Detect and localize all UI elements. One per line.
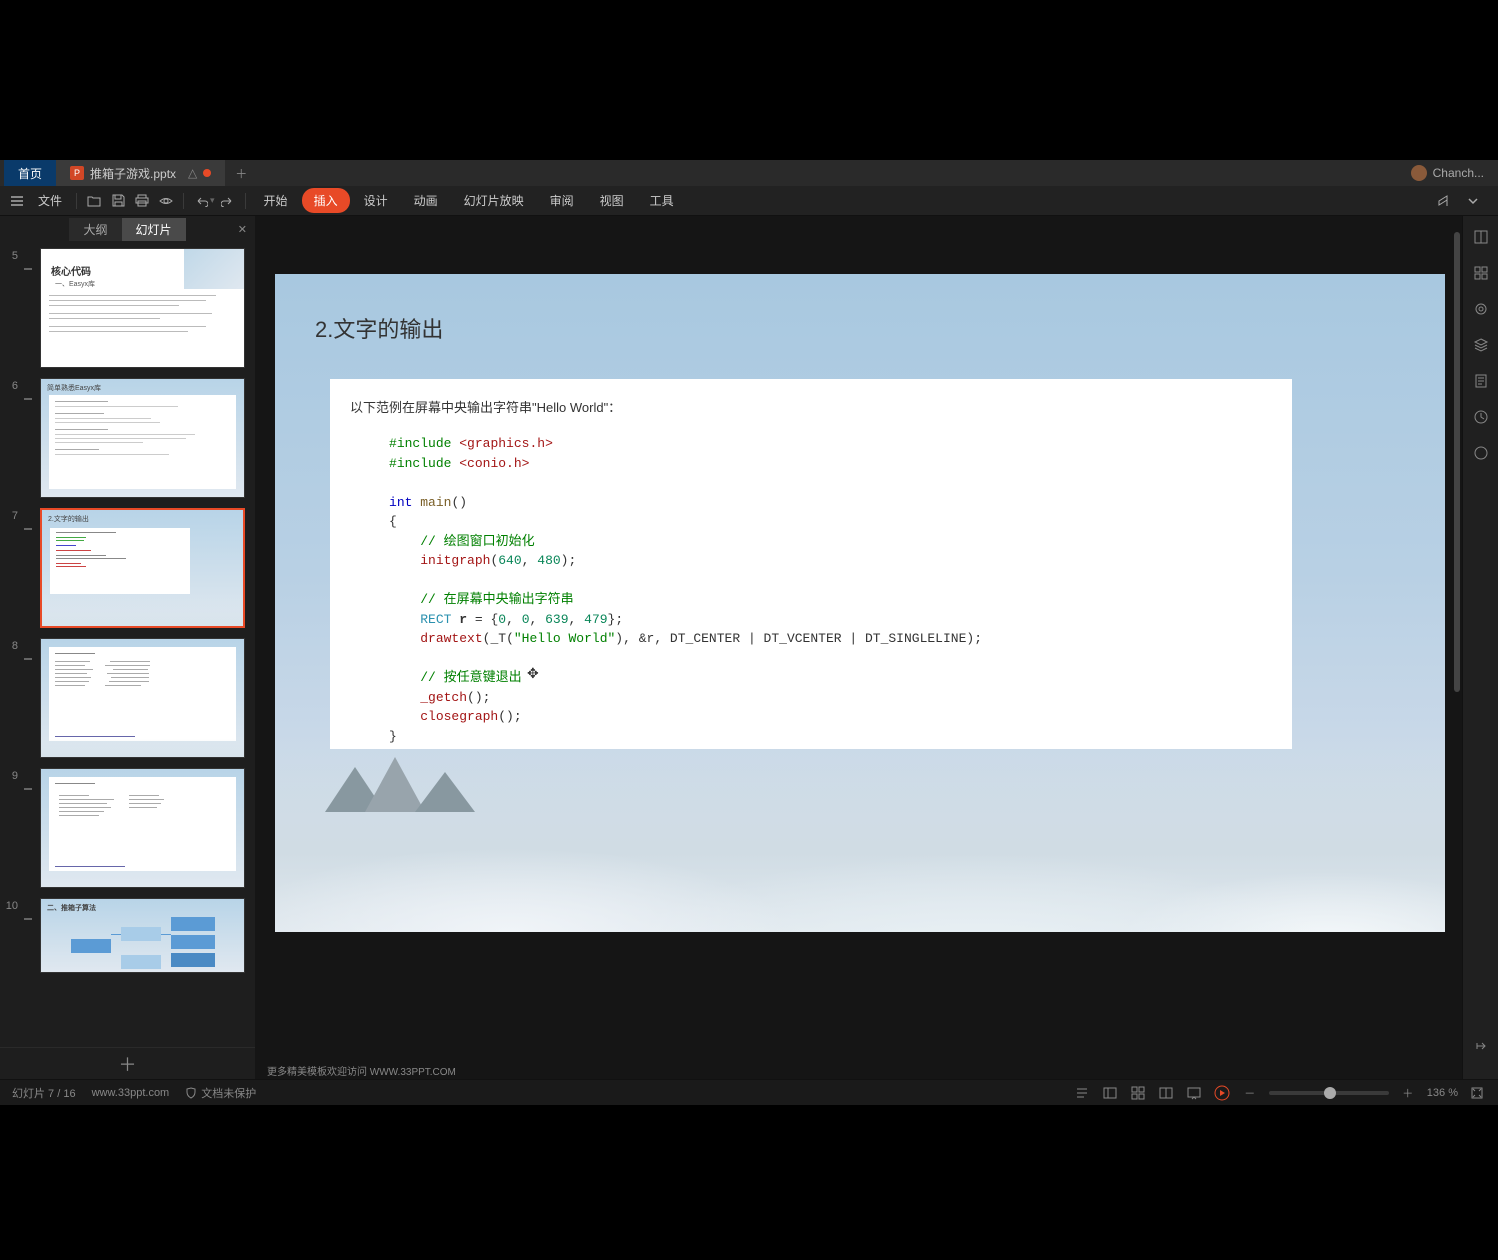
play-slideshow-icon[interactable] [1213, 1084, 1231, 1102]
user-name: Chanch... [1433, 166, 1484, 180]
preview-icon[interactable] [155, 190, 177, 212]
tab-modified-dot-icon [203, 169, 211, 177]
thumbnail-item[interactable]: 9 [4, 768, 245, 888]
save-icon[interactable] [107, 190, 129, 212]
tab-home[interactable]: 首页 [4, 160, 56, 186]
hamburger-menu-icon[interactable] [6, 190, 28, 212]
website-label: www.33ppt.com [92, 1087, 170, 1099]
zoom-handle[interactable] [1324, 1087, 1336, 1099]
thumbnail-item[interactable]: 6 简单熟悉Easyx库 [4, 378, 245, 498]
ribbon-tab-view[interactable]: 视图 [588, 188, 636, 213]
shield-icon [185, 1087, 197, 1099]
tab-document[interactable]: P 推箱子游戏.pptx △ [56, 160, 225, 186]
thumbnail-item[interactable]: 5 核心代码 一、Easyx库 [4, 248, 245, 368]
slides-tab[interactable]: 幻灯片 [122, 218, 186, 241]
tab-home-label: 首页 [18, 165, 42, 182]
menu-bar: 文件 ▾ 开始 插入 设计 动画 幻灯片放映 审阅 视图 工具 [0, 186, 1498, 216]
sorter-view-icon[interactable] [1129, 1084, 1147, 1102]
background-mountains [325, 752, 525, 812]
status-bar: 幻灯片 7 / 16 www.33ppt.com 文档未保护 － ＋ 136 % [0, 1079, 1498, 1105]
slide-thumbnail-6[interactable]: 简单熟悉Easyx库 [40, 378, 245, 498]
code-description: 以下范例在屏幕中央输出字符串"Hello World"： [350, 397, 1282, 416]
ribbon-tab-design[interactable]: 设计 [352, 188, 400, 213]
separator [76, 193, 77, 209]
thumbnail-list[interactable]: 5 核心代码 一、Easyx库 [0, 242, 255, 1047]
avatar-icon [1411, 165, 1427, 181]
zoom-slider[interactable] [1269, 1091, 1389, 1095]
title-tab-bar: 首页 P 推箱子游戏.pptx △ ＋ Chanch... [0, 160, 1498, 186]
ribbon-tab-animation[interactable]: 动画 [402, 188, 450, 213]
canvas-viewport[interactable]: 2.文字的输出 以下范例在屏幕中央输出字符串"Hello World"： #in… [255, 216, 1462, 1061]
close-panel-icon[interactable]: ✕ [238, 223, 247, 236]
slide-thumbnail-10[interactable]: 二、推箱子算法 [40, 898, 245, 973]
slide-thumbnail-7[interactable]: 2.文字的输出 [40, 508, 245, 628]
ribbon-tab-tools[interactable]: 工具 [638, 188, 686, 213]
thumbnail-item[interactable]: 7 2.文字的输出 [4, 508, 245, 628]
collapse-ribbon-icon[interactable] [1462, 190, 1484, 212]
reading-view-icon[interactable] [1157, 1084, 1175, 1102]
slide-title[interactable]: 2.文字的输出 [315, 312, 443, 344]
slideshow-popup-icon[interactable] [1185, 1084, 1203, 1102]
layers-pane-icon[interactable] [1472, 336, 1490, 354]
slide-canvas[interactable]: 2.文字的输出 以下范例在屏幕中央输出字符串"Hello World"： #in… [275, 274, 1445, 932]
template-pane-icon[interactable] [1472, 264, 1490, 282]
undo-icon[interactable] [190, 190, 212, 212]
fit-to-window-icon[interactable] [1468, 1084, 1486, 1102]
collapse-sidebar-icon[interactable] [1472, 1037, 1490, 1055]
normal-view-icon[interactable] [1101, 1084, 1119, 1102]
vertical-scrollbar[interactable] [1452, 226, 1460, 1051]
print-icon[interactable] [131, 190, 153, 212]
tab-document-label: 推箱子游戏.pptx [90, 165, 176, 182]
ribbon-tab-slideshow[interactable]: 幻灯片放映 [452, 188, 536, 213]
canvas-area: 2.文字的输出 以下范例在屏幕中央输出字符串"Hello World"： #in… [255, 216, 1462, 1079]
properties-pane-icon[interactable] [1472, 228, 1490, 246]
animation-pane-icon[interactable] [1472, 408, 1490, 426]
template-footer-link: 更多精美模板欢迎访问 WWW.33PPT.COM [255, 1061, 1462, 1079]
ribbon-tab-start[interactable]: 开始 [252, 188, 300, 213]
open-folder-icon[interactable] [83, 190, 105, 212]
file-menu[interactable]: 文件 [30, 192, 70, 209]
zoom-level[interactable]: 136 % [1427, 1087, 1458, 1099]
separator [183, 193, 184, 209]
ppt-file-icon: P [70, 166, 84, 180]
workspace: 大纲 幻灯片 ✕ 5 核心代码 一、Easyx库 [0, 216, 1498, 1079]
slide-counter: 幻灯片 7 / 16 [12, 1085, 76, 1101]
scrollbar-thumb[interactable] [1454, 232, 1460, 692]
thumbnail-panel: 大纲 幻灯片 ✕ 5 核心代码 一、Easyx库 [0, 216, 255, 1079]
thumb-tabs: 大纲 幻灯片 ✕ [0, 216, 255, 242]
outline-tab[interactable]: 大纲 [69, 218, 121, 241]
separator [245, 193, 246, 209]
clipboard-pane-icon[interactable] [1472, 372, 1490, 390]
cloud-sync-indicator-icon: △ [188, 166, 197, 180]
settings-icon[interactable] [1472, 300, 1490, 318]
protection-status[interactable]: 文档未保护 [185, 1085, 256, 1101]
share-icon[interactable] [1432, 190, 1454, 212]
zoom-out-icon[interactable]: － [1241, 1084, 1259, 1102]
undo-dropdown-icon[interactable]: ▾ [210, 195, 215, 206]
tab-add-button[interactable]: ＋ [225, 165, 257, 182]
add-slide-button[interactable]: ＋ [0, 1047, 255, 1079]
thumbnail-item[interactable]: 10 二、推箱子算法 [4, 898, 245, 973]
redo-icon[interactable] [217, 190, 239, 212]
user-area[interactable]: Chanch... [1411, 165, 1494, 181]
ribbon-tab-insert[interactable]: 插入 [302, 188, 350, 213]
code-content: #include <graphics.h> #include <conio.h>… [350, 434, 1282, 746]
help-pane-icon[interactable] [1472, 444, 1490, 462]
zoom-in-icon[interactable]: ＋ [1399, 1084, 1417, 1102]
slide-thumbnail-9[interactable] [40, 768, 245, 888]
thumbnail-item[interactable]: 8 [4, 638, 245, 758]
ribbon-tab-review[interactable]: 审阅 [538, 188, 586, 213]
slide-thumbnail-5[interactable]: 核心代码 一、Easyx库 [40, 248, 245, 368]
code-block[interactable]: 以下范例在屏幕中央输出字符串"Hello World"： #include <g… [330, 379, 1292, 749]
notes-icon[interactable] [1073, 1084, 1091, 1102]
right-sidebar [1462, 216, 1498, 1079]
slide-thumbnail-8[interactable] [40, 638, 245, 758]
